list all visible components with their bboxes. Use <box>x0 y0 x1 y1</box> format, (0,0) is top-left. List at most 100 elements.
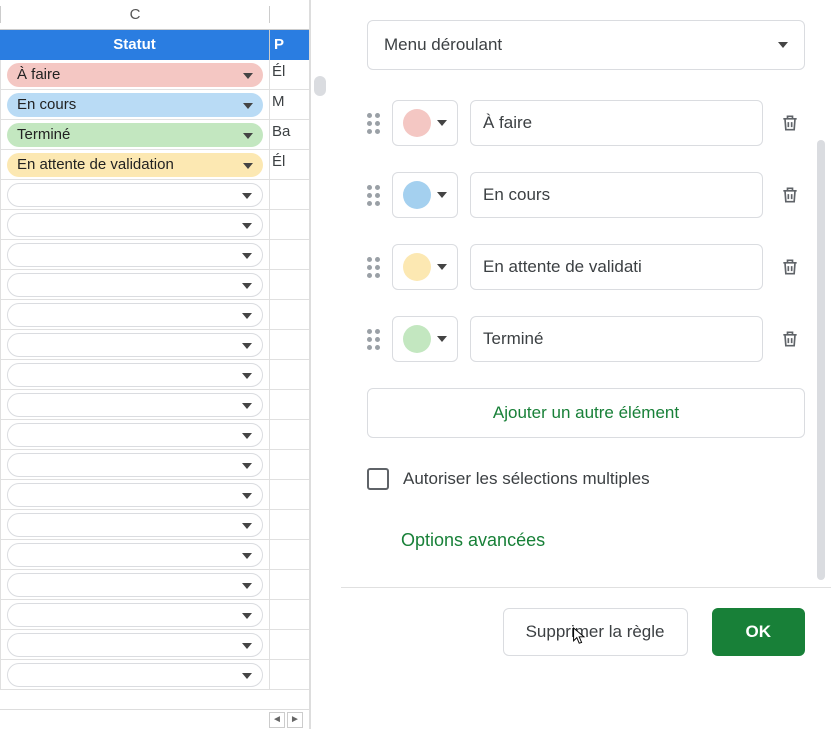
cell-statut[interactable] <box>0 240 270 269</box>
cell-statut[interactable] <box>0 300 270 329</box>
cell-statut[interactable] <box>0 210 270 239</box>
dropdown-chip[interactable] <box>7 603 263 627</box>
cell-col-d[interactable] <box>270 240 309 269</box>
dropdown-chip[interactable]: En attente de validation <box>7 153 263 177</box>
option-value-input[interactable] <box>470 244 763 290</box>
cell-col-d[interactable]: Él <box>270 150 309 179</box>
delete-option-button[interactable] <box>775 252 805 282</box>
add-another-item-button[interactable]: Ajouter un autre élément <box>367 388 805 438</box>
color-picker[interactable] <box>392 100 458 146</box>
advanced-options-toggle[interactable]: Options avancées <box>401 530 805 551</box>
dropdown-chip[interactable] <box>7 573 263 597</box>
cell-statut[interactable] <box>0 180 270 209</box>
column-header-c[interactable]: C <box>0 6 270 23</box>
cell-col-d[interactable]: Él <box>270 60 309 89</box>
cell-statut[interactable] <box>0 330 270 359</box>
drag-handle-icon[interactable] <box>367 185 380 206</box>
cell-col-d[interactable]: Ba <box>270 120 309 149</box>
dropdown-chip[interactable] <box>7 423 263 447</box>
cell-statut[interactable] <box>0 660 270 689</box>
option-value-input[interactable] <box>470 316 763 362</box>
chevron-down-icon <box>242 246 252 263</box>
scroll-left-button[interactable]: ◄ <box>269 712 285 728</box>
cell-col-d[interactable] <box>270 600 309 629</box>
header-statut[interactable]: Statut <box>0 30 270 60</box>
dropdown-chip[interactable] <box>7 273 263 297</box>
dropdown-chip[interactable] <box>7 213 263 237</box>
option-value-input[interactable] <box>470 100 763 146</box>
chevron-down-icon <box>242 576 252 593</box>
cell-statut[interactable] <box>0 630 270 659</box>
trash-icon <box>780 257 800 277</box>
cell-col-d[interactable] <box>270 510 309 539</box>
cell-statut[interactable]: En cours <box>0 90 270 119</box>
delete-rule-button[interactable]: Supprimer la règle <box>503 608 688 656</box>
dropdown-chip[interactable] <box>7 243 263 267</box>
color-swatch <box>403 325 431 353</box>
dropdown-chip[interactable] <box>7 393 263 417</box>
panel-scrollbar[interactable] <box>817 140 825 580</box>
header-col-d[interactable]: P <box>270 30 309 60</box>
dropdown-chip[interactable] <box>7 513 263 537</box>
drag-handle-icon[interactable] <box>367 113 380 134</box>
cell-col-d[interactable] <box>270 450 309 479</box>
cell-statut[interactable] <box>0 390 270 419</box>
cell-col-d[interactable] <box>270 540 309 569</box>
criteria-dropdown[interactable]: Menu déroulant <box>367 20 805 70</box>
cell-col-d[interactable] <box>270 390 309 419</box>
option-value-input[interactable] <box>470 172 763 218</box>
drag-handle-icon[interactable] <box>367 257 380 278</box>
dropdown-chip[interactable] <box>7 333 263 357</box>
column-header-row: C <box>0 0 309 30</box>
cell-col-d[interactable] <box>270 660 309 689</box>
drag-handle-icon[interactable] <box>367 329 380 350</box>
cell-col-d[interactable] <box>270 570 309 599</box>
dropdown-chip[interactable] <box>7 453 263 477</box>
delete-option-button[interactable] <box>775 108 805 138</box>
delete-option-button[interactable] <box>775 180 805 210</box>
cell-col-d[interactable] <box>270 180 309 209</box>
cell-statut[interactable] <box>0 480 270 509</box>
cell-statut[interactable] <box>0 420 270 449</box>
table-row <box>0 570 309 600</box>
cell-statut[interactable] <box>0 360 270 389</box>
dropdown-chip[interactable] <box>7 663 263 687</box>
color-picker[interactable] <box>392 316 458 362</box>
cell-statut[interactable]: À faire <box>0 60 270 89</box>
cell-col-d[interactable] <box>270 630 309 659</box>
dropdown-chip[interactable] <box>7 543 263 567</box>
cell-statut[interactable]: Terminé <box>0 120 270 149</box>
dropdown-chip[interactable]: À faire <box>7 63 263 87</box>
cell-statut[interactable] <box>0 450 270 479</box>
cell-col-d[interactable] <box>270 270 309 299</box>
trash-icon <box>780 329 800 349</box>
cell-statut[interactable] <box>0 510 270 539</box>
cell-statut[interactable]: En attente de validation <box>0 150 270 179</box>
dropdown-chip[interactable] <box>7 633 263 657</box>
chip-label: À faire <box>17 66 237 83</box>
dropdown-chip[interactable] <box>7 363 263 387</box>
dropdown-chip[interactable] <box>7 483 263 507</box>
table-row <box>0 270 309 300</box>
cell-statut[interactable] <box>0 600 270 629</box>
cell-col-d[interactable] <box>270 330 309 359</box>
dropdown-chip[interactable] <box>7 303 263 327</box>
multi-select-checkbox[interactable] <box>367 468 389 490</box>
delete-option-button[interactable] <box>775 324 805 354</box>
cell-col-d[interactable]: M <box>270 90 309 119</box>
dropdown-chip[interactable]: En cours <box>7 93 263 117</box>
scroll-right-button[interactable]: ► <box>287 712 303 728</box>
cell-col-d[interactable] <box>270 210 309 239</box>
cell-col-d[interactable] <box>270 300 309 329</box>
color-picker[interactable] <box>392 244 458 290</box>
cell-statut[interactable] <box>0 540 270 569</box>
ok-button[interactable]: OK <box>712 608 806 656</box>
cell-col-d[interactable] <box>270 480 309 509</box>
dropdown-chip[interactable]: Terminé <box>7 123 263 147</box>
cell-statut[interactable] <box>0 270 270 299</box>
dropdown-chip[interactable] <box>7 183 263 207</box>
cell-statut[interactable] <box>0 570 270 599</box>
cell-col-d[interactable] <box>270 360 309 389</box>
cell-col-d[interactable] <box>270 420 309 449</box>
color-picker[interactable] <box>392 172 458 218</box>
